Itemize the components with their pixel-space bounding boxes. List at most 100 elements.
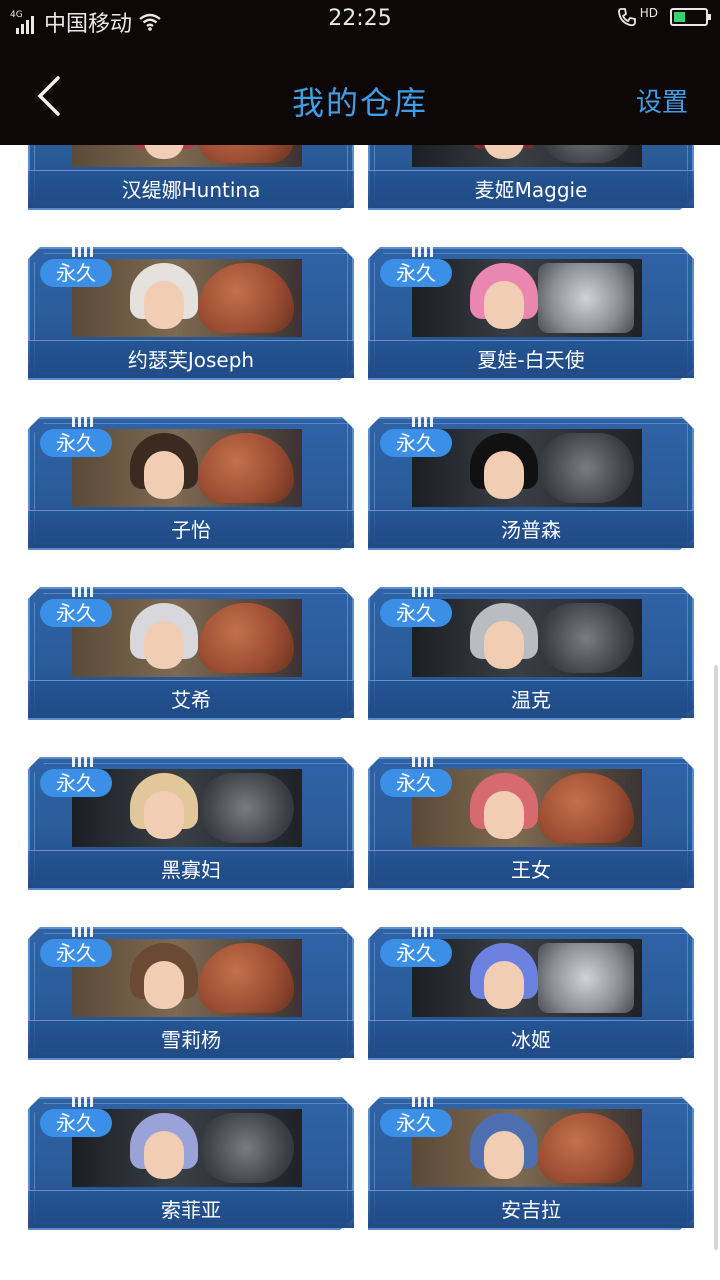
permanent-badge: 永久 — [40, 769, 112, 797]
character-name: 子怡 — [28, 510, 354, 548]
character-name: 温克 — [368, 680, 694, 718]
portrait-face — [484, 145, 524, 159]
character-portrait — [464, 603, 544, 677]
inventory-card[interactable]: 汉缇娜Huntina — [28, 145, 354, 210]
permanent-badge: 永久 — [40, 259, 112, 287]
portrait-face — [484, 961, 524, 1009]
card-ticks — [72, 587, 93, 597]
inventory-card[interactable]: 麦姬Maggie — [368, 145, 694, 210]
wreath-emblem-icon — [538, 145, 634, 163]
character-portrait — [464, 1113, 544, 1187]
character-name: 索菲亚 — [28, 1190, 354, 1228]
scrollbar[interactable] — [714, 665, 718, 1250]
character-portrait — [464, 433, 544, 507]
inventory-card[interactable]: 永久汤普森 — [368, 417, 694, 550]
portrait-face — [484, 281, 524, 329]
star-emblem-icon — [538, 943, 634, 1013]
clock: 22:25 — [328, 6, 392, 31]
permanent-badge: 永久 — [40, 939, 112, 967]
character-name: 王女 — [368, 850, 694, 888]
card-ticks — [72, 927, 93, 937]
inventory-grid: 汉缇娜Huntina 麦姬Maggie 永久 约瑟芙Joseph 永久 夏娃-白天使 永久子… — [0, 145, 720, 1280]
battery-icon — [670, 8, 711, 26]
character-portrait — [124, 433, 204, 507]
portrait-face — [144, 145, 184, 159]
inventory-card[interactable]: 永久 夏娃-白天使 — [368, 247, 694, 380]
permanent-badge: 永久 — [380, 259, 452, 287]
card-ticks — [72, 417, 93, 427]
portrait-face — [144, 281, 184, 329]
permanent-badge: 永久 — [380, 1109, 452, 1137]
star-emblem-icon — [538, 263, 634, 333]
inventory-card[interactable]: 永久雪莉杨 — [28, 927, 354, 1060]
inventory-card[interactable]: 永久冰姬 — [368, 927, 694, 1060]
character-image — [412, 145, 642, 167]
wreath-emblem-icon — [198, 1113, 294, 1183]
portrait-face — [144, 961, 184, 1009]
hd-label: HD — [639, 6, 658, 20]
character-name: 汉缇娜Huntina — [28, 170, 354, 208]
character-name: 冰姬 — [368, 1020, 694, 1058]
character-portrait — [464, 263, 544, 337]
fist-emblem-icon — [198, 433, 294, 503]
inventory-card[interactable]: 永久索菲亚 — [28, 1097, 354, 1230]
card-ticks — [412, 417, 433, 427]
inventory-card[interactable]: 永久子怡 — [28, 417, 354, 550]
card-ticks — [412, 587, 433, 597]
character-portrait — [464, 943, 544, 1017]
portrait-face — [144, 791, 184, 839]
status-bar: 4G 中国移动 22:25 HD — [0, 0, 720, 40]
nav-bar: 我的仓库 设置 — [0, 40, 720, 145]
fist-emblem-icon — [198, 603, 294, 673]
page-title: 我的仓库 — [291, 84, 428, 122]
permanent-badge: 永久 — [380, 939, 452, 967]
settings-button[interactable]: 设置 — [636, 82, 688, 119]
character-portrait — [124, 1113, 204, 1187]
portrait-face — [484, 621, 524, 669]
card-ticks — [412, 247, 433, 257]
inventory-card[interactable]: 永久黑寡妇 — [28, 757, 354, 890]
character-portrait — [464, 773, 544, 847]
inventory-card[interactable]: 永久王女 — [368, 757, 694, 890]
card-ticks — [72, 1097, 93, 1107]
character-name: 雪莉杨 — [28, 1020, 354, 1058]
hd-call-icon: HD — [616, 6, 658, 28]
wreath-emblem-icon — [198, 773, 294, 843]
portrait-face — [484, 1131, 524, 1179]
card-ticks — [72, 247, 93, 257]
permanent-badge: 永久 — [40, 599, 112, 627]
character-name: 汤普森 — [368, 510, 694, 548]
inventory-card[interactable]: 永久艾希 — [28, 587, 354, 720]
wreath-emblem-icon — [538, 433, 634, 503]
fist-emblem-icon — [198, 943, 294, 1013]
permanent-badge: 永久 — [40, 1109, 112, 1137]
permanent-badge: 永久 — [380, 429, 452, 457]
portrait-face — [144, 621, 184, 669]
character-image — [72, 145, 302, 167]
inventory-card[interactable]: 永久约瑟芙Joseph — [28, 247, 354, 380]
fist-emblem-icon — [538, 1113, 634, 1183]
inventory-card[interactable]: 永久安吉拉 — [368, 1097, 694, 1230]
character-portrait — [124, 145, 204, 167]
character-portrait — [464, 145, 544, 167]
character-name: 麦姬Maggie — [368, 170, 694, 208]
permanent-badge: 永久 — [380, 769, 452, 797]
card-ticks — [412, 927, 433, 937]
character-portrait — [124, 263, 204, 337]
card-ticks — [412, 1097, 433, 1107]
character-name: 约瑟芙Joseph — [28, 340, 354, 378]
character-name: 安吉拉 — [368, 1190, 694, 1228]
portrait-face — [484, 451, 524, 499]
character-portrait — [124, 943, 204, 1017]
status-right: HD — [616, 6, 711, 28]
character-name: 黑寡妇 — [28, 850, 354, 888]
wreath-emblem-icon — [538, 603, 634, 673]
permanent-badge: 永久 — [40, 429, 112, 457]
battery-level — [674, 12, 685, 22]
fist-emblem-icon — [198, 263, 294, 333]
inventory-card[interactable]: 永久 温克 — [368, 587, 694, 720]
fist-emblem-icon — [198, 145, 294, 163]
portrait-face — [144, 451, 184, 499]
portrait-face — [144, 1131, 184, 1179]
character-name: 艾希 — [28, 680, 354, 718]
